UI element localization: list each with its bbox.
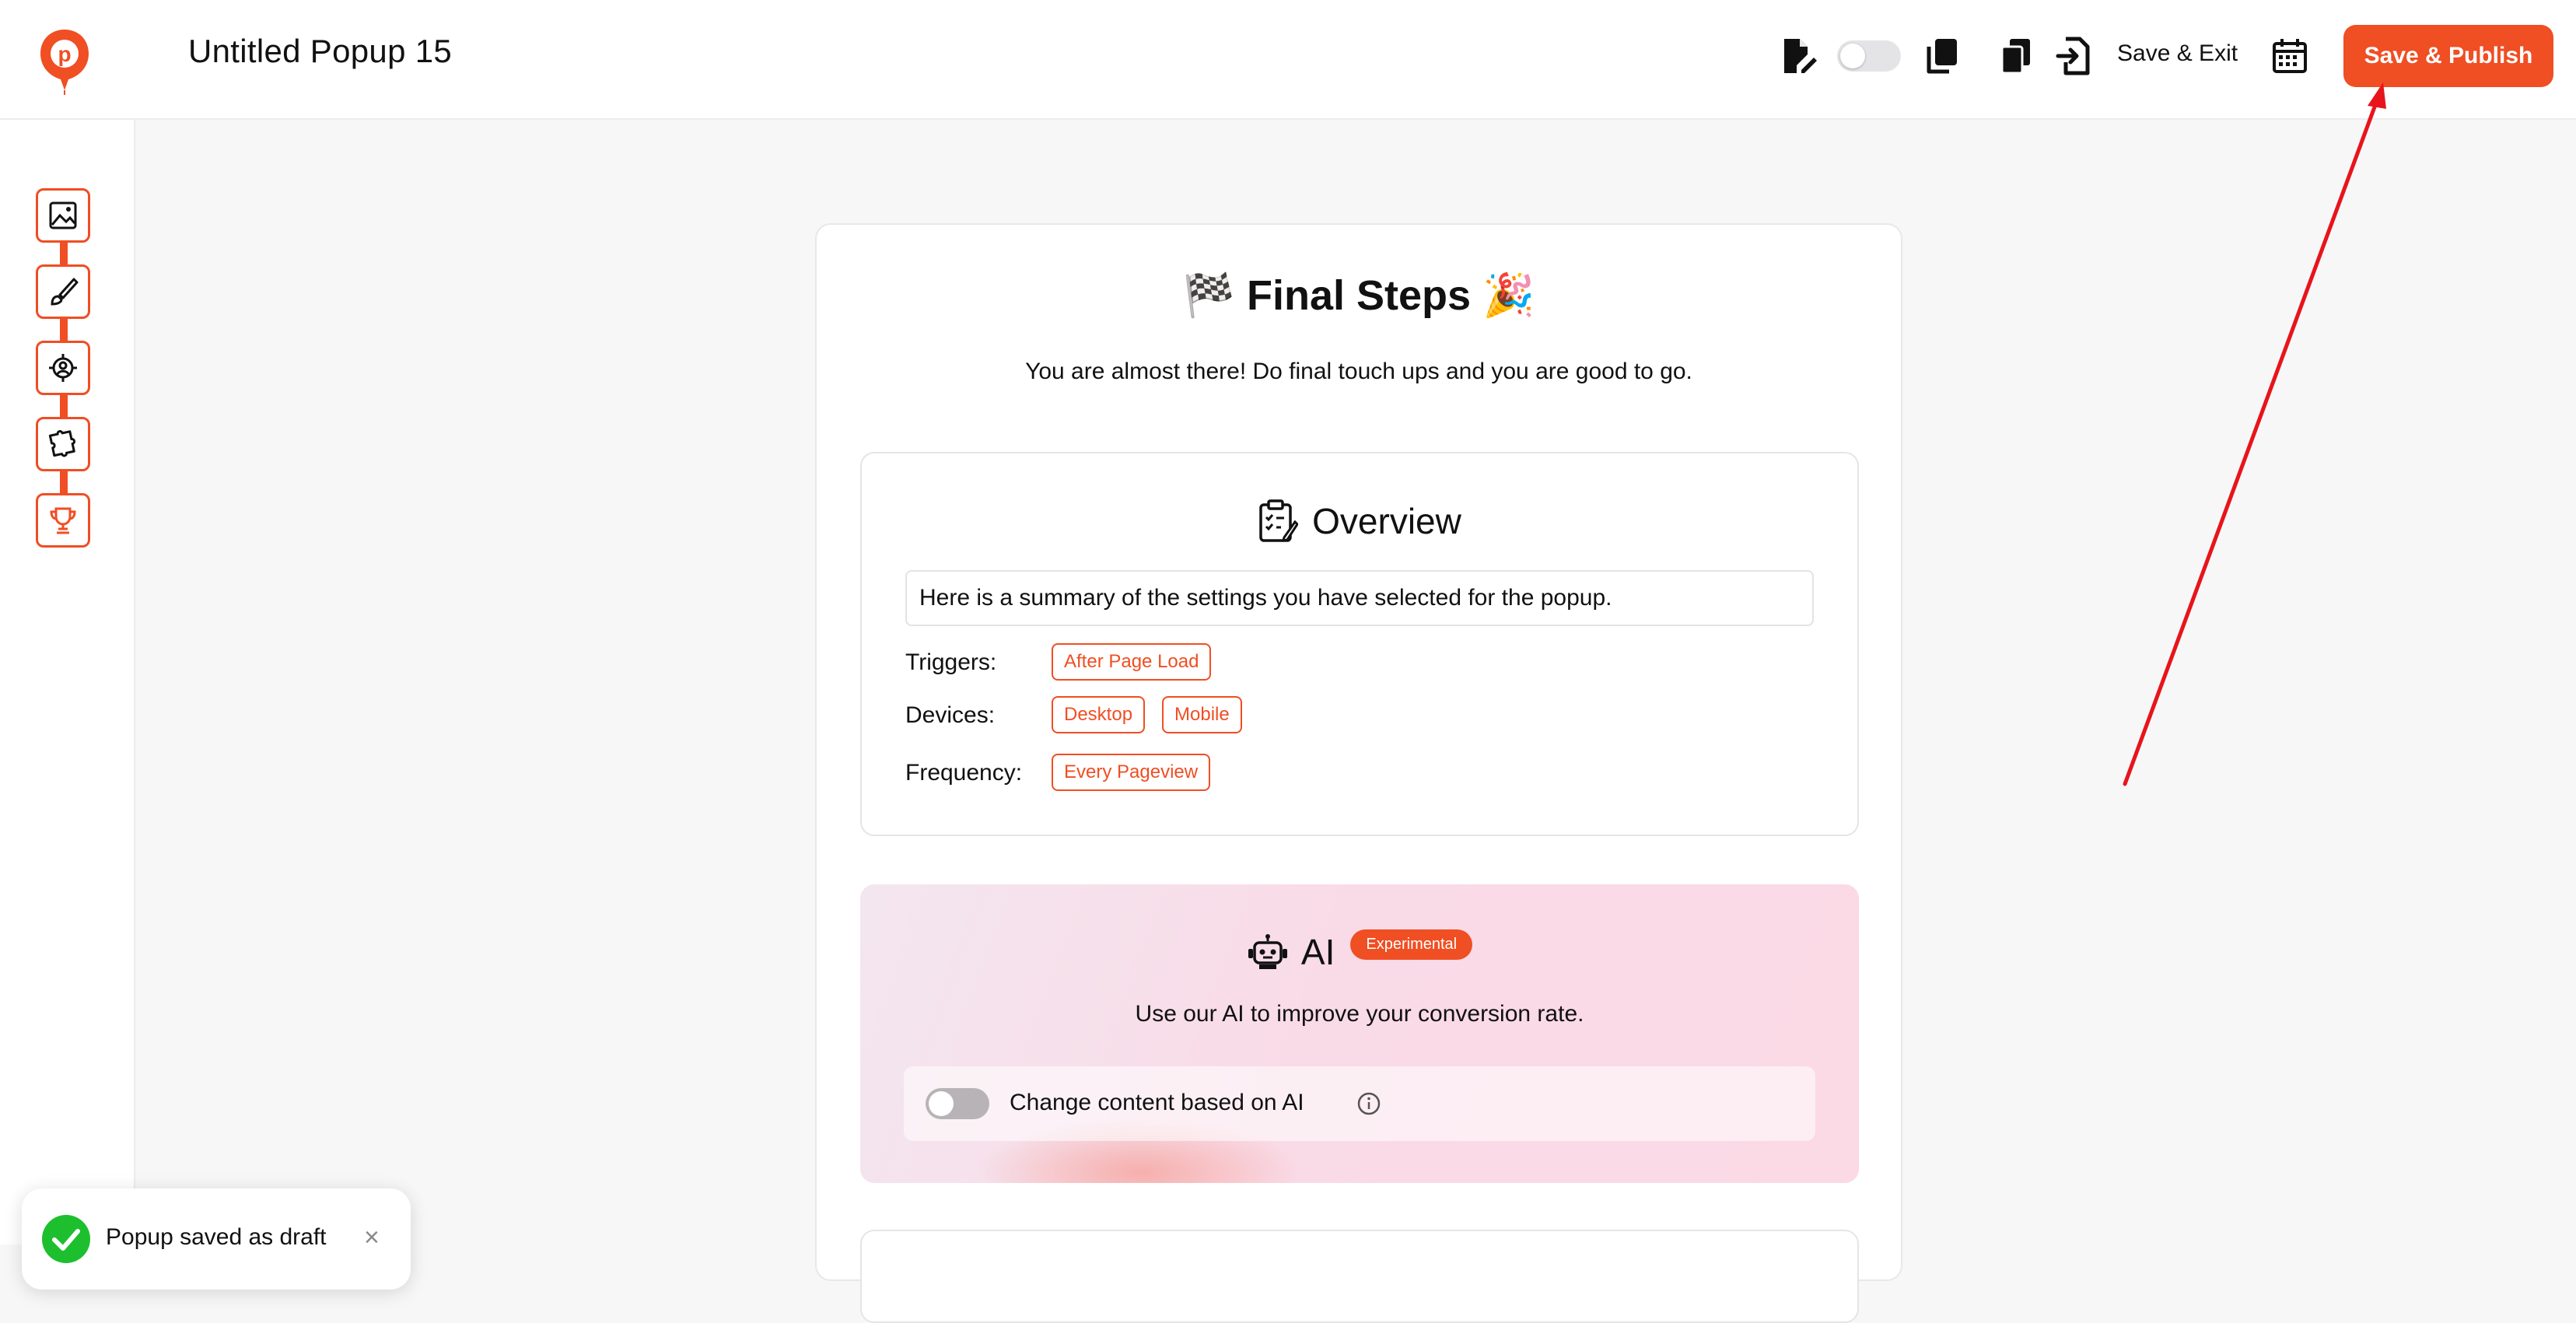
import-icon[interactable]: [2055, 36, 2095, 76]
success-check-icon: [42, 1215, 90, 1263]
copy-icon[interactable]: [1923, 36, 1963, 76]
save-exit-button[interactable]: Save & Exit: [2117, 40, 2238, 67]
frequency-label: Frequency:: [905, 760, 1023, 786]
step-target-icon[interactable]: [36, 341, 90, 395]
ai-title: AI: [1300, 932, 1335, 972]
experimental-badge: Experimental: [1350, 929, 1473, 960]
robot-icon: [1248, 934, 1287, 969]
final-steps-subtitle: You are almost there! Do final touch ups…: [1025, 359, 1692, 384]
toast-close-icon[interactable]: ×: [364, 1223, 380, 1253]
step-trophy-icon[interactable]: [36, 493, 90, 548]
app-logo-icon[interactable]: p: [39, 28, 90, 96]
device-chip-mobile[interactable]: Mobile: [1162, 696, 1242, 733]
triggers-label: Triggers:: [905, 649, 997, 675]
overview-summary-field[interactable]: Here is a summary of the settings you ha…: [905, 570, 1814, 626]
step-brush-icon[interactable]: [36, 264, 90, 319]
step-puzzle-icon[interactable]: [36, 417, 90, 471]
overview-heading: Overview: [862, 499, 1857, 544]
ai-content-toggle[interactable]: [926, 1088, 989, 1119]
edit-file-icon[interactable]: [1778, 36, 1818, 76]
duplicate-icon[interactable]: [1996, 36, 2036, 76]
ai-subtitle: Use our AI to improve your conversion ra…: [1135, 1001, 1584, 1027]
frequency-chip[interactable]: Every Pageview: [1052, 754, 1211, 791]
toast-message: Popup saved as draft: [106, 1224, 327, 1250]
ai-content-row: Change content based on AI: [904, 1066, 1815, 1141]
save-toast: Popup saved as draft ×: [22, 1188, 411, 1290]
checkered-flag-icon: 🏁: [1182, 272, 1235, 319]
save-publish-button[interactable]: Save & Publish: [2343, 25, 2553, 87]
clipboard-icon: [1259, 499, 1299, 542]
ai-panel: AI Experimental Use our AI to improve yo…: [860, 884, 1859, 1183]
final-steps-heading: 🏁 Final Steps 🎉: [817, 271, 1901, 320]
preview-toggle[interactable]: [1837, 40, 1901, 72]
calendar-icon[interactable]: [2270, 36, 2310, 76]
final-steps-card: 🏁 Final Steps 🎉 You are almost there! Do…: [815, 223, 1902, 1323]
overview-panel: Overview Here is a summary of the settin…: [860, 452, 1859, 836]
party-popper-icon: 🎉: [1482, 272, 1535, 319]
overview-title: Overview: [1312, 501, 1461, 541]
device-chip-desktop[interactable]: Desktop: [1052, 696, 1146, 733]
next-settings-panel: [860, 1230, 1859, 1323]
devices-label: Devices:: [905, 702, 996, 728]
svg-text:p: p: [58, 42, 71, 66]
ai-heading: AI Experimental: [860, 929, 1859, 973]
trigger-chip[interactable]: After Page Load: [1052, 643, 1212, 681]
top-bar: p Untitled Popup 15 Save & Exit Save & P…: [0, 0, 2576, 120]
final-steps-title: Final Steps: [1246, 272, 1472, 319]
info-icon[interactable]: [1356, 1091, 1381, 1116]
step-image-icon[interactable]: [36, 188, 90, 243]
ai-toggle-label: Change content based on AI: [1010, 1090, 1304, 1115]
page-title[interactable]: Untitled Popup 15: [188, 33, 452, 70]
